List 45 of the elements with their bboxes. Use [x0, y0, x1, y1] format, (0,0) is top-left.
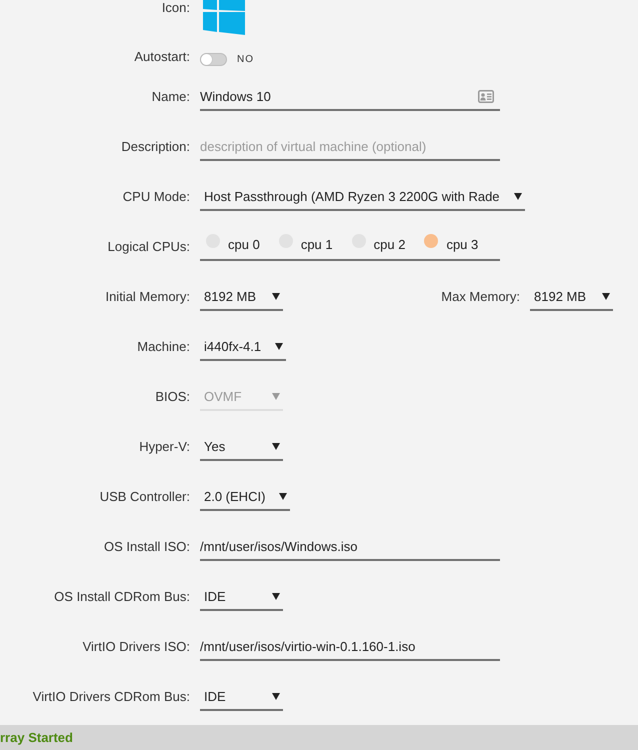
field-label: Max Memory: [441, 288, 520, 306]
toggle-switch[interactable] [200, 52, 227, 66]
field-label: VirtIO Drivers ISO: [82, 638, 190, 656]
field-label: Description: [120, 138, 190, 156]
caret-icon [602, 292, 610, 300]
caret-icon [514, 192, 522, 200]
toggle-state-text: NO [237, 54, 254, 64]
dropdown-select[interactable]: IDE [200, 683, 283, 711]
text-field[interactable]: /mnt/user/isos/virtio-win-0.1.160-1.iso [200, 633, 500, 661]
field-label: BIOS: [154, 388, 190, 406]
field-label: OS Install CDRom Bus: [53, 588, 190, 606]
text-field[interactable]: /mnt/user/isos/Windows.iso [200, 533, 500, 561]
text-field[interactable]: Windows 10 [200, 83, 500, 111]
status-text: rray Started [0, 730, 73, 745]
caret-icon [272, 692, 280, 700]
field-label: Logical CPUs: [106, 238, 190, 256]
contact-card-icon[interactable] [478, 90, 494, 102]
field-label: Icon: [160, 0, 190, 16]
dropdown-select[interactable]: 8192 MB [530, 283, 613, 311]
field-label: Hyper-V: [138, 438, 190, 456]
field-label: OS Install ISO: [103, 538, 190, 556]
cpu-checkbox[interactable]: cpu 2 [352, 234, 406, 254]
dropdown-select[interactable]: i440fx-4.1 [200, 333, 286, 361]
dropdown-select[interactable]: IDE [200, 583, 283, 611]
cpu-checkbox[interactable]: cpu 3 [424, 234, 478, 254]
field-label: Initial Memory: [104, 288, 190, 306]
field-label: Machine: [136, 338, 190, 356]
dropdown-select[interactable]: 8192 MB [200, 283, 283, 311]
cpu-checkbox[interactable]: cpu 1 [278, 234, 333, 254]
dropdown-select[interactable]: Yes [200, 433, 283, 461]
caret-icon [275, 342, 284, 350]
caret-icon [272, 292, 280, 300]
caret-icon [272, 392, 280, 400]
cpu-checkbox[interactable]: cpu 0 [206, 234, 260, 254]
field-label: VirtIO Drivers CDRom Bus: [32, 688, 190, 706]
field-label: USB Controller: [98, 488, 190, 506]
four-panes-logo-icon [203, 0, 245, 35]
caret-icon [279, 492, 288, 500]
dropdown-select[interactable]: Host Passthrough (AMD Ryzen 3 2200G with Rade [200, 183, 525, 211]
caret-icon [272, 592, 280, 600]
dropdown-select[interactable]: 2.0 (EHCI) [200, 483, 290, 511]
caret-icon [272, 442, 280, 450]
field-label: CPU Mode: [122, 188, 190, 206]
field-label: Autostart: [133, 48, 190, 66]
field-label: Name: [150, 88, 190, 106]
